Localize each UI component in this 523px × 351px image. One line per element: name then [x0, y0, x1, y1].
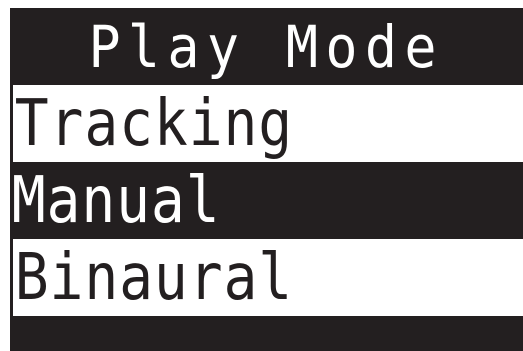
menu-item-tracking[interactable]: Tracking [10, 85, 523, 162]
menu-item-label: Manual [11, 163, 221, 238]
bottom-band [10, 316, 523, 351]
menu-item-binaural[interactable]: Binaural [10, 239, 523, 316]
menu-item-label: Tracking [14, 86, 294, 161]
page-title: Play Mode [88, 12, 445, 81]
lcd-screen: Play Mode Tracking Manual Binaural [10, 8, 523, 351]
title-bar: Play Mode [10, 8, 523, 85]
menu-item-label: Binaural [14, 240, 294, 315]
menu-item-manual[interactable]: Manual [10, 162, 523, 239]
play-mode-menu: Tracking Manual Binaural [10, 85, 523, 316]
